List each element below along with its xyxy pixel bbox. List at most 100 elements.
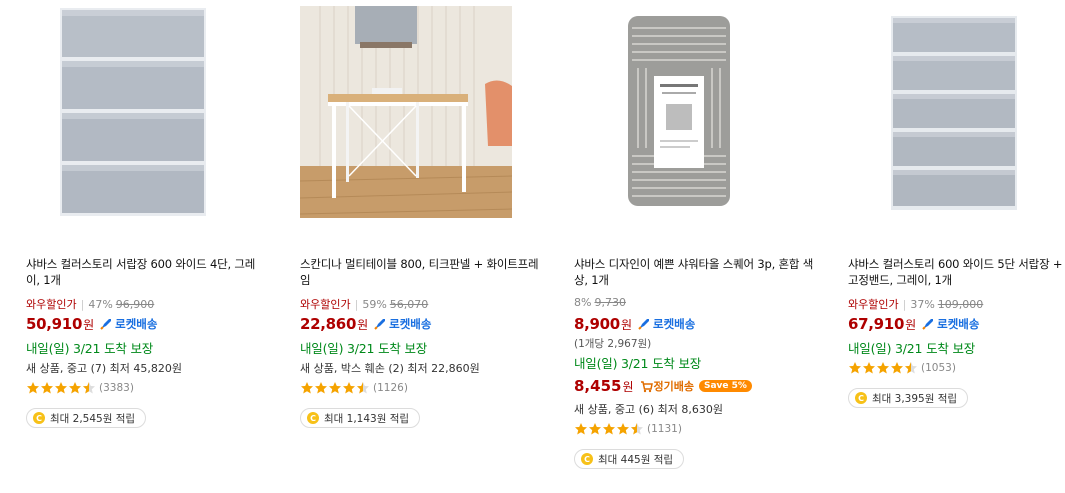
- used-product-info[interactable]: 새 상품, 중고 (7) 최저 45,820원: [26, 360, 266, 376]
- star-icon: [863, 362, 875, 374]
- star-icon: [617, 423, 629, 435]
- subscription-row: 8,455 원 정기배송 Save 5%: [574, 375, 814, 397]
- star-icon: [55, 382, 67, 394]
- price-row: 8,900 원 로켓배송: [574, 313, 814, 335]
- rocket-delivery-badge: 로켓배송: [637, 316, 695, 332]
- discount-label: 와우할인가: [26, 298, 77, 311]
- rating-row: (1053): [848, 360, 1065, 376]
- rocket-delivery-label: 로켓배송: [937, 317, 980, 331]
- original-price: 96,900: [115, 298, 155, 311]
- product-card[interactable]: 스칸디나 멀티테이블 800, 티크판넬 + 화이트프레임 와우할인가 | 59% 5…: [300, 0, 540, 493]
- sale-price: 50,910: [26, 315, 83, 333]
- star-icon: [27, 382, 39, 394]
- coin-icon: C: [307, 412, 319, 424]
- discount-rate: 37%: [910, 298, 935, 311]
- price-row: 50,910 원 로켓배송: [26, 313, 266, 335]
- coin-icon: C: [33, 412, 45, 424]
- desk-image: [300, 6, 512, 218]
- product-image[interactable]: [574, 6, 786, 218]
- discount-row: 와우할인가 | 47% 96,900: [26, 298, 155, 311]
- delivery-info: 내일(일) 3/21 도착 보장: [26, 341, 154, 356]
- original-price: 109,000: [937, 298, 984, 311]
- star-icon: [315, 382, 327, 394]
- review-count[interactable]: (1053): [921, 362, 956, 374]
- star-icon: [575, 423, 587, 435]
- rocket-icon: [100, 319, 112, 330]
- delivery-info: 내일(일) 3/21 도착 보장: [300, 341, 428, 356]
- used-product-info[interactable]: 새 상품, 박스 훼손 (2) 최저 22,860원: [300, 360, 540, 376]
- subscription-label: 정기배송: [653, 380, 694, 393]
- product-card[interactable]: 샤바스 디자인이 예쁜 샤워타올 스퀘어 3p, 혼합 색상, 1개 8% 9,7…: [574, 0, 814, 493]
- reward-text: 최대 3,395원 적립: [872, 392, 958, 405]
- coin-icon: C: [855, 392, 867, 404]
- shower-towel-pack-image: [574, 6, 786, 218]
- rocket-delivery-label: 로켓배송: [115, 317, 158, 331]
- star-icon: [343, 382, 355, 394]
- price-row: 67,910 원 로켓배송: [848, 313, 1065, 335]
- reward-badge: C 최대 1,143원 적립: [300, 408, 421, 428]
- star-rating: [848, 361, 918, 375]
- product-title[interactable]: 스칸디나 멀티테이블 800, 티크판넬 + 화이트프레임: [300, 256, 540, 288]
- unit-price: (1개당 2,967원): [574, 338, 652, 350]
- cart-icon: [640, 380, 653, 392]
- reward-badge: C 최대 445원 적립: [574, 449, 685, 469]
- rocket-delivery-badge: 로켓배송: [99, 316, 157, 332]
- subscription-price: 8,455: [574, 377, 622, 395]
- rating-row: (1126): [300, 380, 540, 396]
- original-price: 9,730: [594, 296, 626, 309]
- discount-rate: 47%: [88, 298, 113, 311]
- product-title[interactable]: 샤바스 컬러스토리 서랍장 600 와이드 4단, 그레이, 1개: [26, 256, 266, 288]
- star-icon: [603, 423, 615, 435]
- product-card[interactable]: 샤바스 컬러스토리 600 와이드 5단 서랍장 + 벽면 고정밴드, 그레이,…: [848, 0, 1065, 493]
- currency-label: 원: [357, 317, 369, 332]
- rocket-delivery-badge: 로켓배송: [373, 316, 431, 332]
- reward-text: 최대 1,143원 적립: [324, 412, 410, 425]
- save-badge: Save 5%: [698, 380, 752, 392]
- drawer-chest-5-image: [848, 6, 1060, 218]
- rating-row: (1131): [574, 421, 814, 437]
- sale-price: 22,860: [300, 315, 357, 333]
- rocket-icon: [374, 319, 386, 330]
- star-icon: [849, 362, 861, 374]
- star-icon: [891, 362, 903, 374]
- rocket-delivery-label: 로켓배송: [653, 317, 696, 331]
- product-card[interactable]: 샤바스 컬러스토리 서랍장 600 와이드 4단, 그레이, 1개 와우할인가 |…: [26, 0, 266, 493]
- rocket-delivery-label: 로켓배송: [389, 317, 432, 331]
- half-star-icon: [905, 362, 917, 374]
- rocket-delivery-badge: 로켓배송: [921, 316, 979, 332]
- star-icon: [301, 382, 313, 394]
- product-title[interactable]: 샤바스 디자인이 예쁜 샤워타올 스퀘어 3p, 혼합 색상, 1개: [574, 256, 814, 288]
- product-image[interactable]: [300, 6, 512, 218]
- half-star-icon: [83, 382, 95, 394]
- discount-row: 8% 9,730: [574, 296, 814, 310]
- discount-rate: 8%: [574, 296, 592, 309]
- star-icon: [69, 382, 81, 394]
- reward-badge: C 최대 3,395원 적립: [848, 388, 969, 408]
- star-rating: [26, 381, 96, 395]
- reward-badge: C 최대 2,545원 적립: [26, 408, 147, 428]
- star-icon: [329, 382, 341, 394]
- reward-text: 최대 445원 적립: [598, 453, 674, 466]
- half-star-icon: [357, 382, 369, 394]
- delivery-info: 내일(일) 3/21 도착 보장: [848, 341, 976, 356]
- product-image[interactable]: [26, 6, 238, 218]
- review-count[interactable]: (1131): [647, 423, 682, 435]
- currency-label: 원: [905, 317, 917, 332]
- rating-row: (3383): [26, 380, 266, 396]
- product-image[interactable]: [848, 6, 1060, 218]
- review-count[interactable]: (3383): [99, 382, 134, 394]
- star-icon: [877, 362, 889, 374]
- currency-label: 원: [622, 379, 634, 394]
- discount-rate: 59%: [362, 298, 387, 311]
- drawer-chest-4-image: [26, 6, 238, 218]
- star-rating: [574, 422, 644, 436]
- review-count[interactable]: (1126): [373, 382, 408, 394]
- used-product-info[interactable]: 새 상품, 중고 (6) 최저 8,630원: [574, 401, 814, 417]
- star-icon: [41, 382, 53, 394]
- currency-label: 원: [83, 317, 95, 332]
- product-title[interactable]: 샤바스 컬러스토리 600 와이드 5단 서랍장 + 벽면 고정밴드, 그레이,…: [848, 256, 1065, 288]
- coin-icon: C: [581, 453, 593, 465]
- delivery-info: 내일(일) 3/21 도착 보장: [574, 356, 702, 371]
- star-icon: [589, 423, 601, 435]
- original-price: 56,070: [389, 298, 429, 311]
